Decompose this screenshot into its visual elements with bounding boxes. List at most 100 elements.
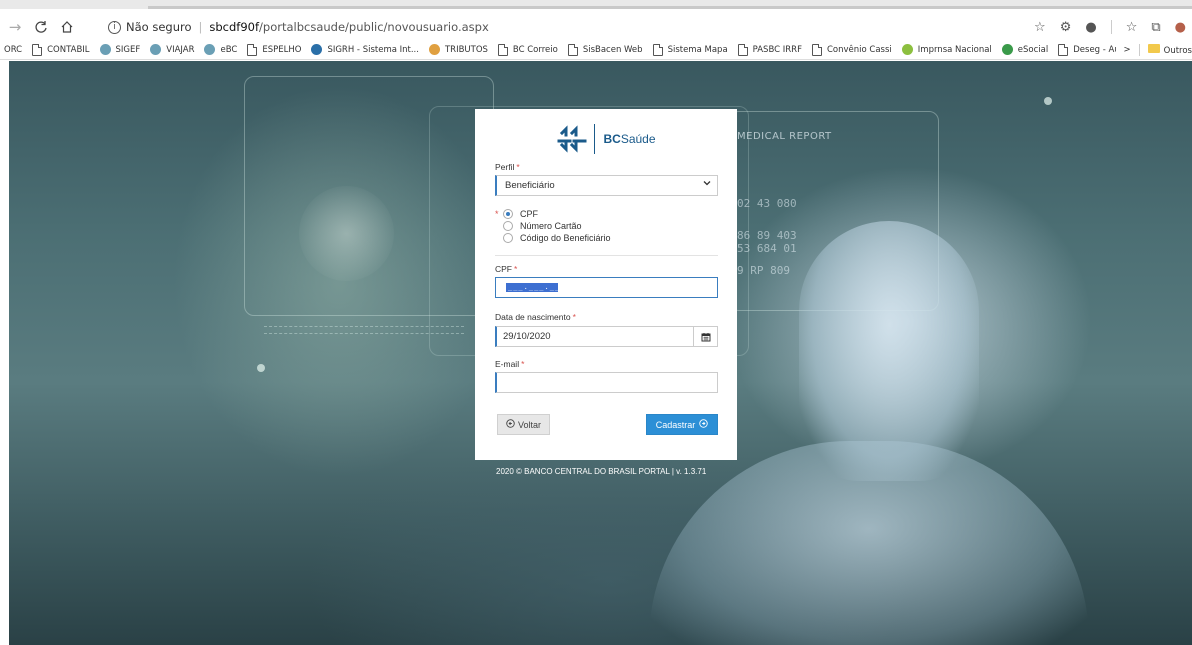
registration-card: BCSaúde Perfil * Beneficiário * CPF Número… — [475, 109, 737, 460]
glow-dot — [257, 364, 265, 372]
bookmark-label: BC Correio — [512, 44, 558, 55]
bookmark-item[interactable]: SisBacen Web — [567, 43, 643, 56]
footer-copyright: 2020 © BANCO CENTRAL DO BRASIL PORTAL | … — [496, 467, 707, 476]
bookmark-item[interactable]: ORC — [4, 45, 22, 55]
imprensa-icon — [901, 44, 913, 55]
bookmark-item[interactable]: eBC — [204, 44, 237, 55]
bookmark-label: ORC — [4, 44, 23, 55]
profile-avatar-icon[interactable]: ● — [1175, 20, 1186, 35]
perfil-select[interactable]: Beneficiário — [495, 175, 718, 196]
page-icon — [737, 43, 748, 56]
page-icon — [247, 43, 258, 56]
bookmark-item[interactable]: PASBC IRRF — [737, 43, 802, 56]
url-separator: | — [198, 20, 203, 34]
readout-text: 02 43 080 — [737, 197, 797, 210]
folder-icon — [1147, 44, 1160, 53]
tributos-icon — [428, 44, 440, 55]
bookmark-item[interactable]: ESPELHO — [247, 43, 302, 56]
bookmark-item[interactable]: BC Correio — [497, 43, 558, 56]
bcsaude-logo: BCSaúde — [475, 119, 737, 159]
back-button[interactable]: Voltar — [497, 414, 550, 435]
radio-button[interactable] — [503, 221, 513, 231]
perfil-selected-value: Beneficiário — [505, 180, 555, 191]
email-input[interactable] — [495, 372, 718, 393]
cpf-mask-selection: ___.___.___-__ — [506, 283, 571, 300]
cpf-input[interactable]: ___.___.___-__ — [495, 277, 718, 300]
logo-text: BCSaúde — [603, 132, 656, 146]
bookmark-item[interactable]: Sistema Mapa — [652, 43, 728, 56]
url-field[interactable]: i Não seguro | sbcdf90f/portalbcsaude/pu… — [88, 16, 988, 38]
bookmark-label: Convênio Cassi — [826, 44, 892, 55]
collections-icon[interactable]: ⧉ — [1151, 20, 1160, 35]
bc-icon — [150, 44, 162, 55]
doctor-figure-body — [649, 441, 1089, 645]
info-icon[interactable]: i — [108, 20, 121, 34]
favorites-icon[interactable]: ☆ — [1126, 20, 1138, 35]
extension-gear-icon[interactable]: ⚙ — [1060, 20, 1072, 35]
bookmarks-divider — [1138, 44, 1140, 56]
page-icon — [567, 43, 578, 56]
bookmark-label: Imprnsa Nacional — [917, 44, 992, 55]
address-bar: → i Não seguro | sbcdf90f/portalbcsaude/… — [0, 14, 1192, 40]
bookmark-label: SIGEF — [115, 44, 141, 55]
favorite-star-icon[interactable]: ☆ — [1034, 20, 1046, 35]
bookmark-item[interactable]: VIAJAR — [150, 44, 194, 55]
refresh-icon[interactable] — [30, 16, 52, 38]
security-label: Não seguro — [126, 20, 192, 34]
readout-text: 53 684 01 — [737, 242, 797, 255]
cpf-label: CPF * — [495, 264, 518, 274]
brain-scan-image — [299, 186, 394, 281]
bookmark-item[interactable]: SIGRH - Sistema Int... — [311, 44, 419, 55]
bookmark-item[interactable]: SIGEF — [99, 44, 141, 55]
arrow-right-circle-icon — [699, 419, 708, 430]
toolbar-divider — [1110, 20, 1112, 34]
back-arrow-icon[interactable]: → — [4, 16, 26, 38]
bookmark-label: ESPELHO — [262, 44, 302, 55]
toolbar-right: ☆ ⚙ ● ☆ ⧉ ● — [1034, 16, 1186, 38]
medical-report-label: MEDICAL REPORT — [737, 131, 832, 142]
home-icon[interactable] — [56, 16, 78, 38]
bookmark-label: TRIBUTOS — [444, 44, 488, 55]
page-icon — [652, 43, 663, 56]
bookmark-label: PASBC IRRF — [752, 44, 802, 55]
birth-date-input[interactable]: 29/10/2020 — [495, 326, 718, 347]
url-host: sbcdf90f — [209, 20, 260, 34]
bookmark-item[interactable]: Convênio Cassi — [811, 43, 892, 56]
other-bookmarks-folder[interactable]: Outros — [1147, 44, 1192, 56]
birth-date-value: 29/10/2020 — [503, 331, 551, 342]
submit-button[interactable]: Cadastrar — [646, 414, 718, 435]
bookmarks-more-chevron[interactable]: > — [1124, 45, 1131, 55]
bookmark-item[interactable]: TRIBUTOS — [428, 44, 488, 55]
page-icon — [32, 43, 43, 56]
bookmark-label: SIGRH - Sistema Int... — [327, 44, 419, 55]
divider — [495, 255, 718, 256]
bookmarks-right: > Outros — [1115, 40, 1192, 59]
calendar-icon[interactable] — [693, 327, 717, 346]
extension-circle-icon[interactable]: ● — [1085, 20, 1096, 35]
bookmarks-bar: ORC CONTABIL SIGEF VIAJAR eBC ESPELHO SIGRH - … — [0, 40, 1192, 60]
bookmark-label: CONTABIL — [47, 44, 90, 55]
bookmark-item[interactable]: Imprnsa Nacional — [901, 44, 992, 55]
page-icon — [1058, 43, 1069, 56]
radio-numero-cartao[interactable]: Número Cartão — [495, 220, 611, 232]
birth-date-label: Data de nascimento * — [495, 312, 576, 322]
sigrh-icon — [311, 44, 323, 55]
hologram-scanline — [264, 326, 464, 334]
readout-text: 9 RP 809 — [737, 264, 790, 277]
page-icon — [811, 43, 822, 56]
bookmark-item[interactable]: CONTABIL — [32, 43, 90, 56]
radio-codigo-beneficiario[interactable]: Código do Beneficiário — [495, 232, 611, 244]
radio-cpf[interactable]: * CPF — [495, 208, 611, 220]
radio-button[interactable] — [503, 209, 513, 219]
bookmark-label: Sistema Mapa — [667, 44, 728, 55]
url-path: /portalbcsaude/public/novousuario.aspx — [259, 20, 489, 34]
esocial-icon — [1001, 44, 1013, 55]
bookmark-label: eBC — [220, 44, 238, 55]
radio-button[interactable] — [503, 233, 513, 243]
page-icon — [497, 43, 508, 56]
tab-strip — [0, 0, 1192, 9]
logo-divider — [594, 124, 596, 154]
bookmark-item[interactable]: eSocial — [1001, 44, 1048, 55]
bc-icon — [99, 44, 111, 55]
bookmark-label: SisBacen Web — [582, 44, 643, 55]
